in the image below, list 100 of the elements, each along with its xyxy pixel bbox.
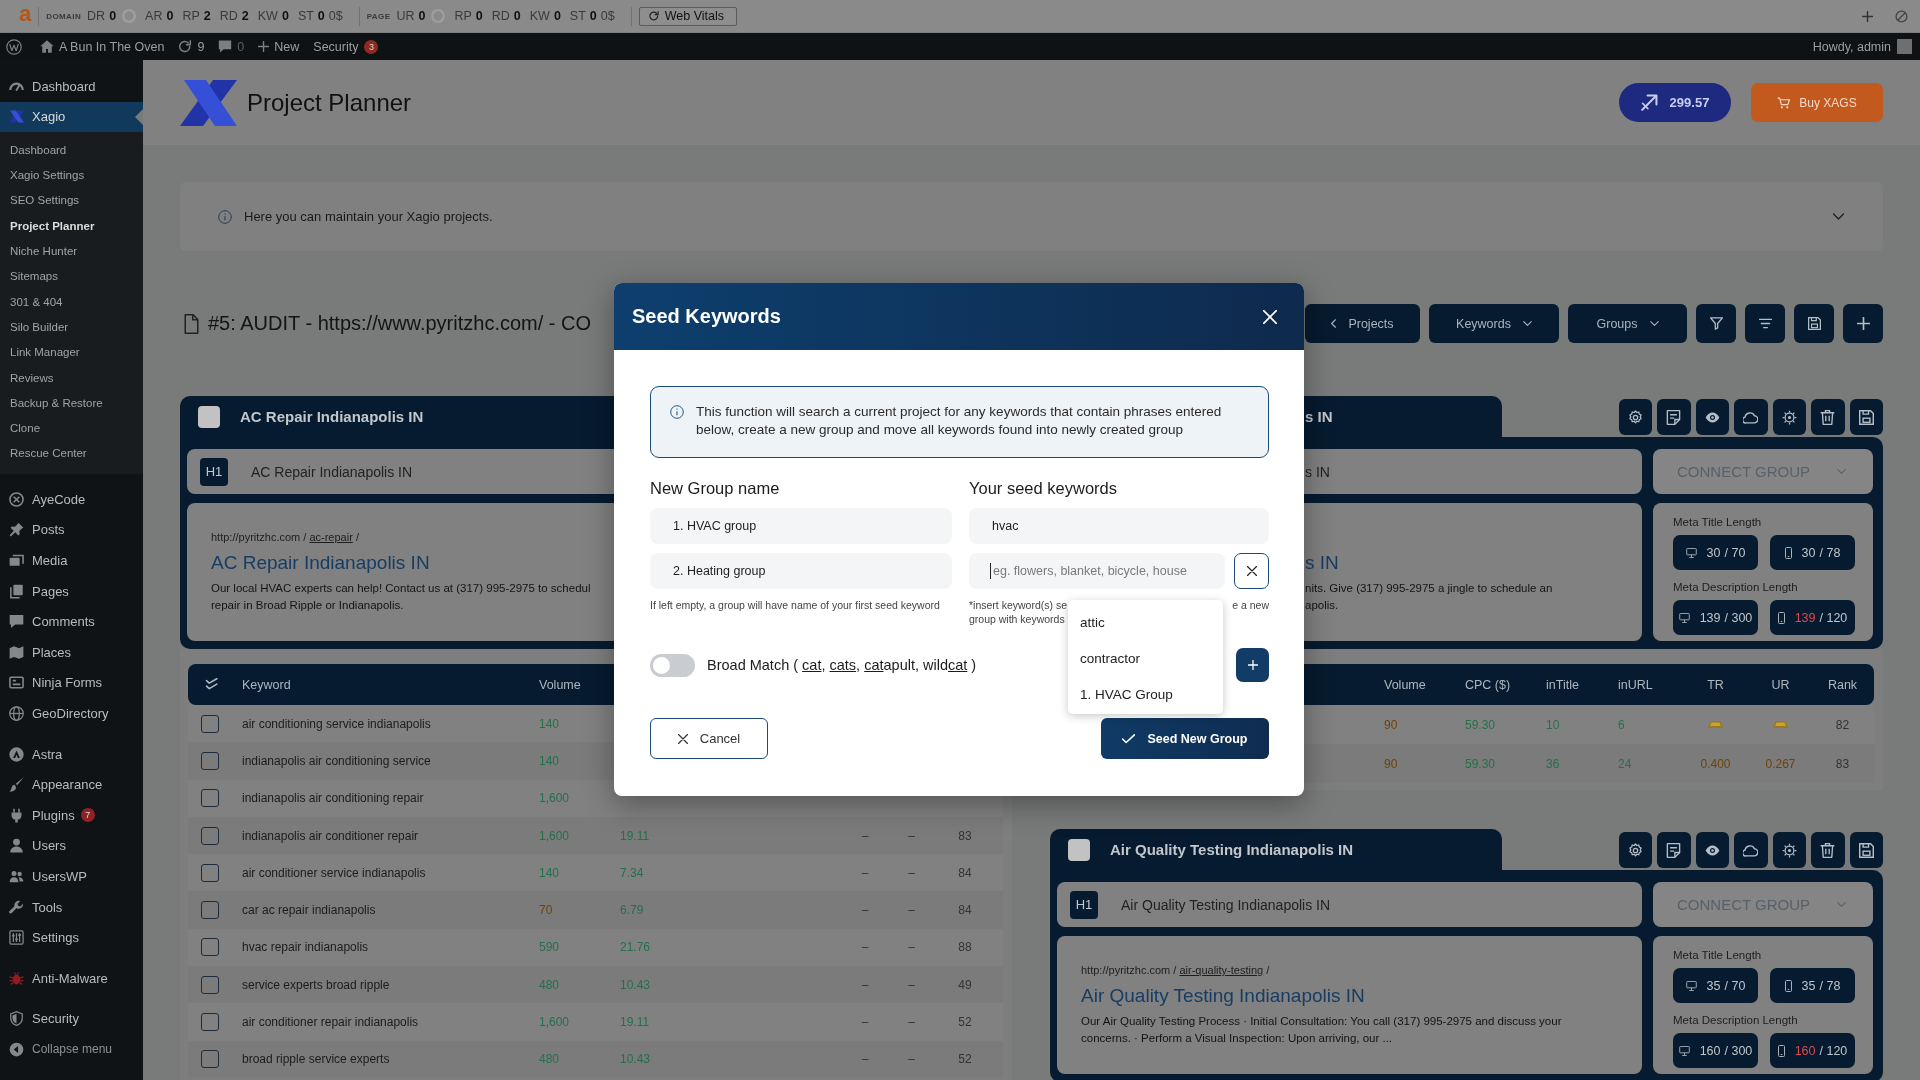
column-header[interactable]: Rank xyxy=(1827,677,1858,692)
updates-link[interactable]: 9 xyxy=(178,39,205,54)
seed-keyword-field[interactable]: hvac xyxy=(969,508,1269,544)
submenu-item[interactable]: Sitemaps xyxy=(0,263,143,289)
clear-button[interactable] xyxy=(1234,553,1269,589)
toolbar-button[interactable]: Projects xyxy=(1305,304,1420,343)
checkbox[interactable] xyxy=(201,789,219,808)
checkbox[interactable] xyxy=(201,901,219,920)
save-button[interactable] xyxy=(1849,399,1883,435)
checkbox[interactable] xyxy=(1068,838,1090,861)
filter-button[interactable] xyxy=(1696,304,1736,343)
column-header[interactable]: CPC ($) xyxy=(1465,677,1546,692)
submenu-item[interactable]: Backup & Restore xyxy=(0,390,143,416)
sun-button[interactable] xyxy=(1772,399,1806,435)
column-header[interactable]: TR xyxy=(1707,677,1724,692)
submenu-item[interactable]: Project Planner xyxy=(0,213,143,239)
web-vitals-button[interactable]: Web Vitals xyxy=(638,6,737,26)
checkbox[interactable] xyxy=(201,1050,219,1069)
menu-item[interactable]: Security xyxy=(0,1003,143,1035)
menu-item[interactable]: Astra xyxy=(0,738,143,770)
cloud-button[interactable] xyxy=(1734,832,1768,868)
column-header[interactable]: inURL xyxy=(1618,677,1683,692)
submenu-item[interactable]: Reviews xyxy=(0,364,143,391)
menu-item[interactable]: UsersWP xyxy=(0,861,143,892)
seed-new-group-button[interactable]: Seed New Group xyxy=(1101,718,1269,759)
seed-keyword-field[interactable]: eg. flowers, blanket, bicycle, house xyxy=(969,553,1225,589)
checkbox[interactable] xyxy=(201,863,219,882)
menu-item[interactable]: Settings xyxy=(0,922,143,953)
menu-item[interactable]: AyeCode xyxy=(0,484,143,515)
cloud-button[interactable] xyxy=(1734,399,1768,435)
collapse-menu-button[interactable]: Collapse menu xyxy=(0,1034,143,1065)
site-link[interactable]: A Bun In The Oven xyxy=(40,39,165,54)
sun-button[interactable] xyxy=(1772,832,1806,868)
menu-item[interactable]: Users xyxy=(0,830,143,862)
new-link[interactable]: New xyxy=(258,39,300,54)
menu-item[interactable]: Anti-Malware xyxy=(0,962,143,994)
close-button[interactable] xyxy=(1262,308,1278,325)
submenu-item[interactable]: Niche Hunter xyxy=(0,238,143,264)
submenu-item[interactable]: Silo Builder xyxy=(0,314,143,340)
submenu-item[interactable]: Link Manager xyxy=(0,339,143,365)
plus-icon[interactable] xyxy=(1862,10,1873,22)
add-keyword-button[interactable] xyxy=(1236,648,1269,682)
preview-button[interactable] xyxy=(1695,832,1729,868)
submenu-item[interactable]: Clone xyxy=(0,415,143,441)
menu-item[interactable]: Pages xyxy=(0,575,143,607)
submenu-item[interactable]: SEO Settings xyxy=(0,187,143,214)
submenu-item[interactable]: 301 & 404 xyxy=(0,288,143,315)
checkbox[interactable] xyxy=(201,938,219,957)
cancel-button[interactable]: Cancel xyxy=(650,718,768,759)
column-header[interactable]: UR xyxy=(1771,677,1790,692)
menu-item[interactable]: Dashboard xyxy=(0,71,143,102)
delete-button[interactable] xyxy=(1811,399,1845,435)
balance-button[interactable]: 299.57 xyxy=(1619,83,1731,122)
chevron-down-icon[interactable] xyxy=(1833,213,1844,220)
checkbox[interactable] xyxy=(201,1013,219,1031)
menu-item[interactable]: GeoDirectory xyxy=(0,698,143,729)
menu-item[interactable]: Places xyxy=(0,637,143,668)
menu-item[interactable]: Tools xyxy=(0,891,143,923)
menu-item[interactable]: Media xyxy=(0,545,143,576)
submenu-item[interactable]: Dashboard xyxy=(0,137,143,163)
menu-item[interactable]: Plugins 7 xyxy=(0,800,143,831)
suggestion-item[interactable]: attic xyxy=(1068,604,1223,640)
page-url[interactable]: http://pyritzhc.com / air-quality-testing / xyxy=(1081,964,1270,976)
save-button[interactable] xyxy=(1794,304,1834,343)
checkbox[interactable] xyxy=(201,714,219,733)
checkbox[interactable] xyxy=(201,826,219,845)
preview-button[interactable] xyxy=(1695,399,1729,435)
checkbox[interactable] xyxy=(201,751,219,770)
menu-item[interactable]: Xagio xyxy=(0,101,143,133)
submenu-item[interactable]: Rescue Center xyxy=(0,440,143,467)
sort-button[interactable] xyxy=(1745,304,1785,343)
settings-button[interactable] xyxy=(1618,399,1652,435)
column-header[interactable]: Keyword xyxy=(242,677,539,692)
submenu-item[interactable]: Xagio Settings xyxy=(0,162,143,188)
add-button[interactable] xyxy=(1843,304,1883,343)
double-check-icon[interactable] xyxy=(205,678,219,691)
menu-item[interactable]: Appearance xyxy=(0,769,143,800)
security-link[interactable]: Security 3 xyxy=(313,39,379,54)
save-button[interactable] xyxy=(1849,832,1883,868)
broad-match-toggle[interactable] xyxy=(650,653,695,677)
menu-item[interactable]: Ninja Forms xyxy=(0,667,143,699)
suggestion-item[interactable]: contractor xyxy=(1068,640,1223,676)
logo-icon[interactable] xyxy=(6,38,22,55)
group-name-field[interactable]: 1. HVAC group xyxy=(650,508,952,544)
checkbox[interactable] xyxy=(201,975,219,994)
column-header[interactable]: inTitle xyxy=(1546,677,1618,692)
delete-button[interactable] xyxy=(1811,832,1845,868)
note-button[interactable] xyxy=(1657,832,1691,868)
group-name-field[interactable]: 2. Heating group xyxy=(650,553,952,589)
block-icon[interactable] xyxy=(1895,9,1908,23)
menu-item[interactable]: Comments xyxy=(0,606,143,637)
column-header[interactable]: Volume xyxy=(1384,677,1465,692)
page-url[interactable]: http://pyritzhc.com / ac-repair / xyxy=(211,531,359,543)
toolbar-button[interactable]: Keywords xyxy=(1429,304,1559,343)
suggestion-item[interactable]: 1. HVAC Group xyxy=(1068,676,1223,712)
note-button[interactable] xyxy=(1657,399,1691,435)
account-link[interactable]: Howdy, admin xyxy=(1812,39,1912,54)
menu-item[interactable]: Posts xyxy=(0,514,143,546)
settings-button[interactable] xyxy=(1618,832,1652,868)
checkbox[interactable] xyxy=(198,405,220,428)
